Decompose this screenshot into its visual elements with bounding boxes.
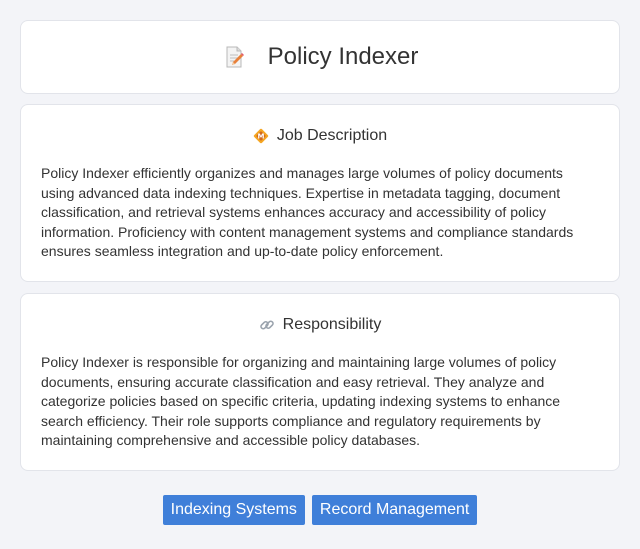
- job-description-card: M Job Description Policy Indexer efficie…: [20, 104, 620, 282]
- tag-list: Indexing Systems Record Management: [0, 495, 640, 525]
- responsibility-text: Policy Indexer is responsible for organi…: [41, 354, 561, 449]
- tag-indexing-systems[interactable]: Indexing Systems: [162, 495, 305, 525]
- page-title: Policy Indexer: [267, 43, 419, 70]
- section-heading: Job Description: [276, 127, 388, 144]
- link-icon: [259, 317, 275, 333]
- section-heading: Responsibility: [282, 316, 382, 333]
- job-description-text: Policy Indexer efficiently organizes and…: [41, 165, 574, 260]
- document-pencil-icon: [222, 45, 246, 69]
- tag-record-management[interactable]: Record Management: [311, 495, 478, 525]
- badge-icon: M: [253, 128, 269, 144]
- job-description-heading: M Job Description: [41, 127, 599, 145]
- responsibility-card: Responsibility Policy Indexer is respons…: [20, 293, 620, 471]
- title-card: Policy Indexer: [20, 20, 620, 94]
- responsibility-heading: Responsibility: [41, 316, 599, 334]
- svg-text:M: M: [257, 133, 264, 141]
